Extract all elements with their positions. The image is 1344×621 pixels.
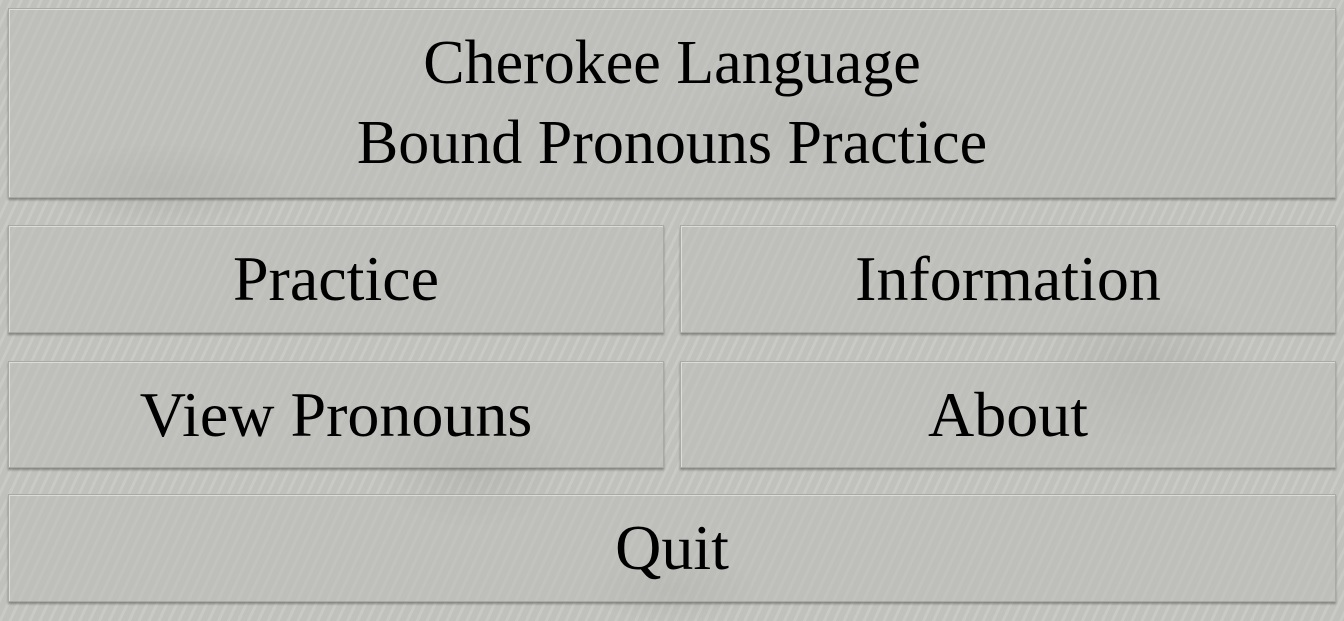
app-title-panel: Cherokee Language Bound Pronouns Practic… <box>8 8 1336 198</box>
practice-button[interactable]: Practice <box>8 225 664 333</box>
information-button[interactable]: Information <box>680 225 1336 333</box>
app-title-line1: Cherokee Language <box>423 29 921 97</box>
view-pronouns-button[interactable]: View Pronouns <box>8 361 664 468</box>
quit-button[interactable]: Quit <box>8 494 1336 602</box>
app-title-line2: Bound Pronouns Practice <box>356 109 988 177</box>
about-button[interactable]: About <box>680 361 1336 468</box>
